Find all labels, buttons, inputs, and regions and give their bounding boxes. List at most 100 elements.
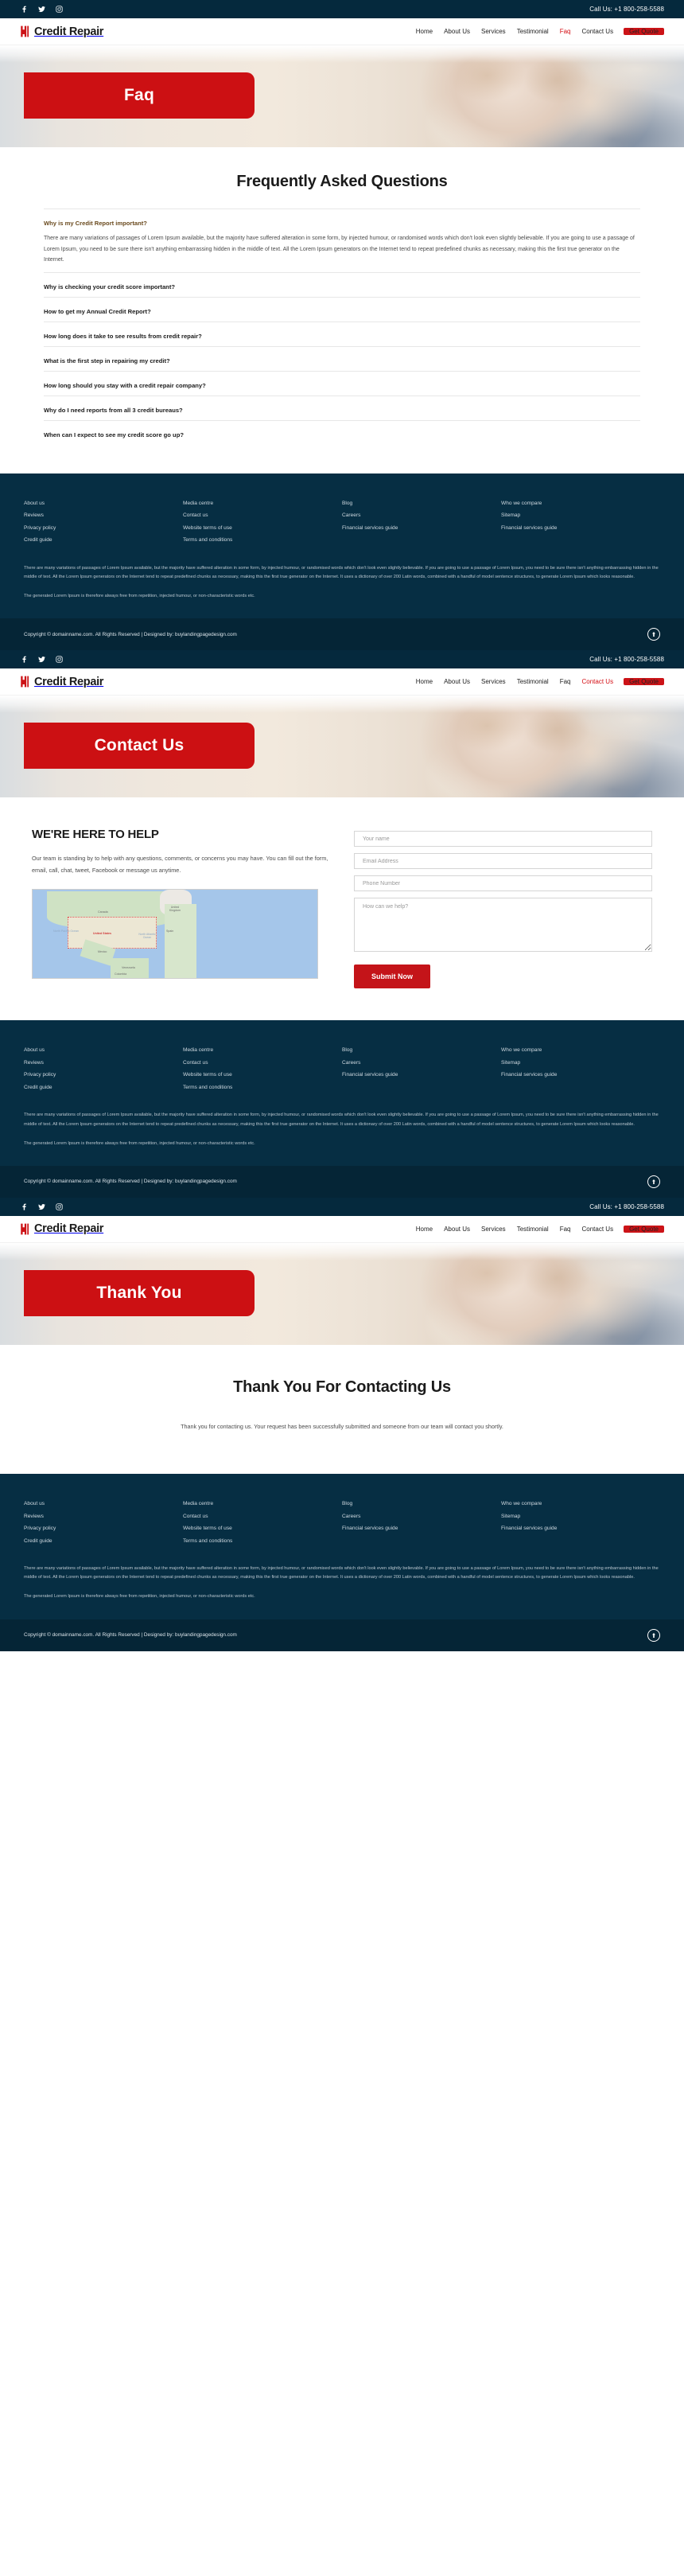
nav-item-about-us[interactable]: About Us bbox=[438, 1226, 476, 1233]
faq-item[interactable]: Why is checking your credit score import… bbox=[44, 271, 640, 297]
footer-link[interactable]: Terms and conditions bbox=[183, 1081, 342, 1093]
footer-link[interactable]: Sitemap bbox=[501, 1510, 660, 1522]
footer-link[interactable]: Careers bbox=[342, 1510, 501, 1522]
phone-field[interactable] bbox=[354, 875, 652, 892]
faq-question[interactable]: Why do I need reports from all 3 credit … bbox=[44, 403, 640, 414]
footer-link[interactable]: Contact us bbox=[183, 1510, 342, 1522]
footer-link[interactable]: Reviews bbox=[24, 1057, 183, 1069]
faq-question[interactable]: Why is my Credit Report important? bbox=[44, 216, 640, 227]
footer-link[interactable]: Credit guide bbox=[24, 534, 183, 546]
faq-question[interactable]: How long should you stay with a credit r… bbox=[44, 379, 640, 389]
footer-link[interactable]: Who we compare bbox=[501, 1498, 660, 1510]
twitter-icon[interactable] bbox=[37, 1202, 46, 1211]
footer-link[interactable]: Contact us bbox=[183, 1057, 342, 1069]
instagram-icon[interactable] bbox=[55, 5, 64, 14]
footer-link[interactable]: About us bbox=[24, 1044, 183, 1056]
footer-link[interactable]: Financial services guide bbox=[342, 1069, 501, 1081]
instagram-icon[interactable] bbox=[55, 655, 64, 664]
faq-question[interactable]: How long does it take to see results fro… bbox=[44, 329, 640, 340]
footer-link[interactable]: Financial services guide bbox=[342, 522, 501, 534]
footer-link[interactable]: Privacy policy bbox=[24, 1522, 183, 1534]
nav-item-services[interactable]: Services bbox=[476, 678, 511, 685]
get-quote-button[interactable]: Get Quote bbox=[624, 28, 664, 35]
faq-question[interactable]: Why is checking your credit score import… bbox=[44, 280, 640, 290]
location-map[interactable]: Canada United States Mexico Venezuela Co… bbox=[32, 888, 318, 979]
name-field[interactable] bbox=[354, 831, 652, 848]
footer-link[interactable]: Website terms of use bbox=[183, 1522, 342, 1534]
faq-question[interactable]: How to get my Annual Credit Report? bbox=[44, 305, 640, 315]
footer-link[interactable]: Privacy policy bbox=[24, 522, 183, 534]
faq-question[interactable]: What is the first step in repairing my c… bbox=[44, 354, 640, 364]
email-field[interactable] bbox=[354, 853, 652, 870]
footer-link[interactable]: Credit guide bbox=[24, 1535, 183, 1547]
faq-item[interactable]: What is the first step in repairing my c… bbox=[44, 345, 640, 371]
footer-link[interactable]: Terms and conditions bbox=[183, 1535, 342, 1547]
footer-link[interactable]: Privacy policy bbox=[24, 1069, 183, 1081]
footer-link[interactable]: Blog bbox=[342, 497, 501, 509]
nav-item-home[interactable]: Home bbox=[410, 1226, 438, 1233]
footer-link[interactable]: Financial services guide bbox=[342, 1522, 501, 1534]
nav-item-contact-us[interactable]: Contact Us bbox=[577, 1226, 620, 1233]
footer-link[interactable]: Financial services guide bbox=[501, 1069, 660, 1081]
instagram-icon[interactable] bbox=[55, 1202, 64, 1211]
nav-item-contact-us[interactable]: Contact Us bbox=[577, 28, 620, 35]
footer-link[interactable]: Media centre bbox=[183, 497, 342, 509]
facebook-icon[interactable] bbox=[20, 655, 29, 664]
footer-link[interactable]: Contact us bbox=[183, 509, 342, 521]
nav-item-faq[interactable]: Faq bbox=[554, 28, 577, 35]
nav-item-contact-us[interactable]: Contact Us bbox=[577, 678, 620, 685]
footer-link[interactable]: Credit guide bbox=[24, 1081, 183, 1093]
faq-item[interactable]: How long does it take to see results fro… bbox=[44, 321, 640, 346]
footer-link[interactable]: Blog bbox=[342, 1498, 501, 1510]
footer-link[interactable]: Careers bbox=[342, 509, 501, 521]
facebook-icon[interactable] bbox=[20, 5, 29, 14]
scroll-to-top-button[interactable] bbox=[647, 628, 660, 641]
footer-link[interactable]: Media centre bbox=[183, 1044, 342, 1056]
faq-item[interactable]: How long should you stay with a credit r… bbox=[44, 370, 640, 396]
nav-item-home[interactable]: Home bbox=[410, 678, 438, 685]
facebook-icon[interactable] bbox=[20, 1202, 29, 1211]
faq-item[interactable]: Why do I need reports from all 3 credit … bbox=[44, 395, 640, 420]
brand-logo[interactable]: Credit Repair bbox=[20, 25, 103, 38]
nav-item-testimonial[interactable]: Testimonial bbox=[511, 1226, 554, 1233]
footer-link[interactable]: Media centre bbox=[183, 1498, 342, 1510]
footer-link[interactable]: Reviews bbox=[24, 509, 183, 521]
twitter-icon[interactable] bbox=[37, 655, 46, 664]
footer-link[interactable]: Who we compare bbox=[501, 1044, 660, 1056]
faq-question[interactable]: When can I expect to see my credit score… bbox=[44, 428, 640, 438]
nav-item-services[interactable]: Services bbox=[476, 1226, 511, 1233]
message-field[interactable] bbox=[354, 898, 652, 953]
footer-link[interactable]: Website terms of use bbox=[183, 522, 342, 534]
faq-item[interactable]: How to get my Annual Credit Report? bbox=[44, 296, 640, 322]
get-quote-button[interactable]: Get Quote bbox=[624, 678, 664, 686]
nav-item-faq[interactable]: Faq bbox=[554, 678, 577, 685]
nav-item-home[interactable]: Home bbox=[410, 28, 438, 35]
footer-link[interactable]: About us bbox=[24, 1498, 183, 1510]
nav-item-testimonial[interactable]: Testimonial bbox=[511, 678, 554, 685]
footer-link[interactable]: Terms and conditions bbox=[183, 534, 342, 546]
nav-item-about-us[interactable]: About Us bbox=[438, 678, 476, 685]
scroll-to-top-button[interactable] bbox=[647, 1175, 660, 1188]
brand-logo[interactable]: Credit Repair bbox=[20, 676, 103, 688]
faq-item[interactable]: Why is my Credit Report important? There… bbox=[44, 208, 640, 272]
faq-item[interactable]: When can I expect to see my credit score… bbox=[44, 419, 640, 445]
scroll-to-top-button[interactable] bbox=[647, 1628, 660, 1642]
footer-link[interactable]: Blog bbox=[342, 1044, 501, 1056]
nav-item-about-us[interactable]: About Us bbox=[438, 28, 476, 35]
footer-link[interactable]: Financial services guide bbox=[501, 522, 660, 534]
footer-link[interactable]: About us bbox=[24, 497, 183, 509]
nav-item-testimonial[interactable]: Testimonial bbox=[511, 28, 554, 35]
footer-link[interactable]: Website terms of use bbox=[183, 1069, 342, 1081]
footer-link[interactable]: Sitemap bbox=[501, 509, 660, 521]
footer-link[interactable]: Sitemap bbox=[501, 1057, 660, 1069]
nav-item-faq[interactable]: Faq bbox=[554, 1226, 577, 1233]
submit-button[interactable]: Submit Now bbox=[354, 965, 430, 989]
get-quote-button[interactable]: Get Quote bbox=[624, 1225, 664, 1233]
footer-link[interactable]: Careers bbox=[342, 1057, 501, 1069]
footer-link[interactable]: Who we compare bbox=[501, 497, 660, 509]
footer-link[interactable]: Financial services guide bbox=[501, 1522, 660, 1534]
footer-link[interactable]: Reviews bbox=[24, 1510, 183, 1522]
brand-logo[interactable]: Credit Repair bbox=[20, 1222, 103, 1235]
nav-item-services[interactable]: Services bbox=[476, 28, 511, 35]
twitter-icon[interactable] bbox=[37, 5, 46, 14]
